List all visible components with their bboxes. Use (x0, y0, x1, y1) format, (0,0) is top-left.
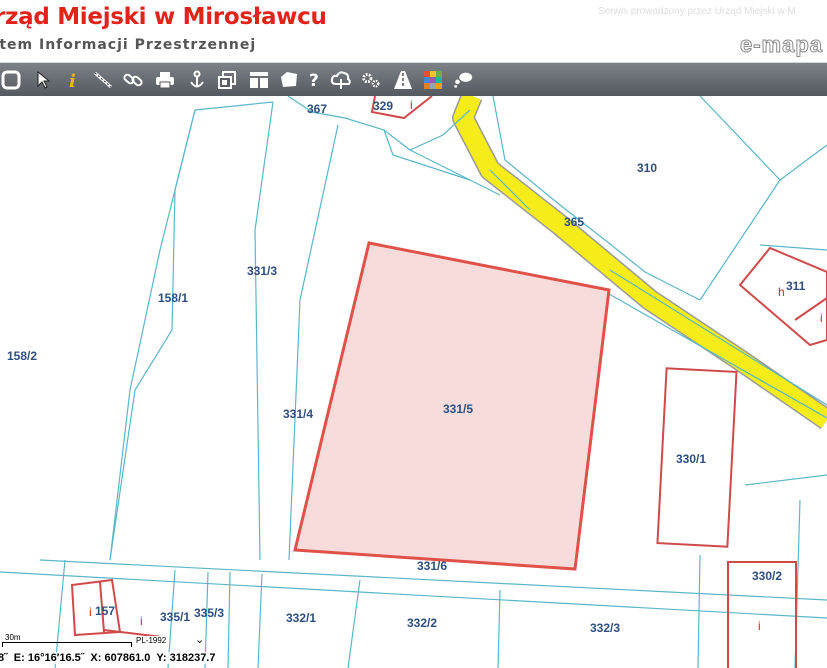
crs-select[interactable]: PL-1992 (136, 636, 167, 645)
print-icon[interactable] (154, 63, 176, 96)
measure-icon[interactable] (92, 63, 114, 96)
coord-prefix: 8˝ (0, 652, 8, 664)
building-label: h (778, 285, 785, 299)
parcel-label: 332/2 (407, 616, 437, 630)
coordinates-readout: 8˝ E: 16°16′16.5˝ X: 607861.0 Y: 318237.7 (0, 652, 222, 664)
building-label: i (89, 605, 92, 619)
scale-label: 30m (5, 633, 21, 642)
parcel-label: 365 (564, 215, 584, 229)
upload-icon[interactable] (330, 63, 352, 96)
layers-icon[interactable] (216, 63, 238, 96)
parcel-label: 331/5 (443, 402, 473, 416)
svg-text:i: i (69, 71, 76, 91)
parcel-label: 331/6 (417, 559, 447, 573)
building-label: i (410, 98, 413, 112)
parcel-label: 332/1 (286, 611, 316, 625)
parcel-label: 157 (95, 604, 115, 618)
parcel-label: 310 (637, 161, 657, 175)
building-label: i (758, 619, 761, 633)
select-area-icon[interactable] (278, 63, 300, 96)
link-icon[interactable] (122, 63, 144, 96)
parcel-label: 311 (786, 279, 806, 293)
coord-e: E: 16°16′16.5˝ (13, 652, 85, 664)
building-label: i (820, 311, 823, 325)
road-icon[interactable] (392, 63, 414, 96)
palette-icon[interactable] (422, 63, 444, 96)
parcel-label: 335/3 (194, 606, 224, 620)
pointer-icon[interactable] (32, 63, 54, 96)
brand-logo[interactable]: e-mapa (739, 32, 823, 58)
parcel-label: 332/3 (590, 621, 620, 635)
map-toolbar: i ? (0, 63, 827, 96)
parcel-label: 158/2 (7, 349, 37, 363)
service-note: Serwis prowadzony przez Urząd Miejski w … (598, 6, 796, 17)
scale-bar (2, 642, 132, 647)
coord-x: X: 607861.0 (90, 652, 151, 664)
chevron-down-icon[interactable]: ⌄ (195, 633, 204, 646)
svg-text:?: ? (309, 71, 319, 91)
app-title: rząd Miejski w Mirosławcu (0, 4, 327, 30)
app-subtitle: stem Informacji Przestrzennej (0, 37, 257, 53)
fullscreen-icon[interactable] (0, 63, 22, 96)
settings-icon[interactable] (360, 63, 382, 96)
info-icon[interactable]: i (62, 63, 84, 96)
parcel-label: 330/2 (752, 569, 782, 583)
coord-y: Y: 318237.7 (156, 652, 216, 664)
map-view[interactable]: 367 329 310 365 311 158/1 331/3 158/2 33… (0, 96, 827, 668)
comment-icon[interactable] (452, 63, 474, 96)
building-label: i (140, 614, 143, 628)
app-header: rząd Miejski w Mirosławcu stem Informacj… (0, 0, 827, 63)
parcel-label: 331/4 (283, 407, 313, 421)
help-icon[interactable]: ? (304, 63, 326, 96)
download-icon[interactable] (186, 63, 208, 96)
layout-icon[interactable] (248, 63, 270, 96)
parcel-label: 331/3 (247, 264, 277, 278)
parcel-label: 367 (307, 102, 327, 116)
parcel-label: 329 (373, 99, 393, 113)
parcel-label: 330/1 (676, 452, 706, 466)
parcel-label: 335/1 (160, 610, 190, 624)
parcel-label: 158/1 (158, 291, 188, 305)
